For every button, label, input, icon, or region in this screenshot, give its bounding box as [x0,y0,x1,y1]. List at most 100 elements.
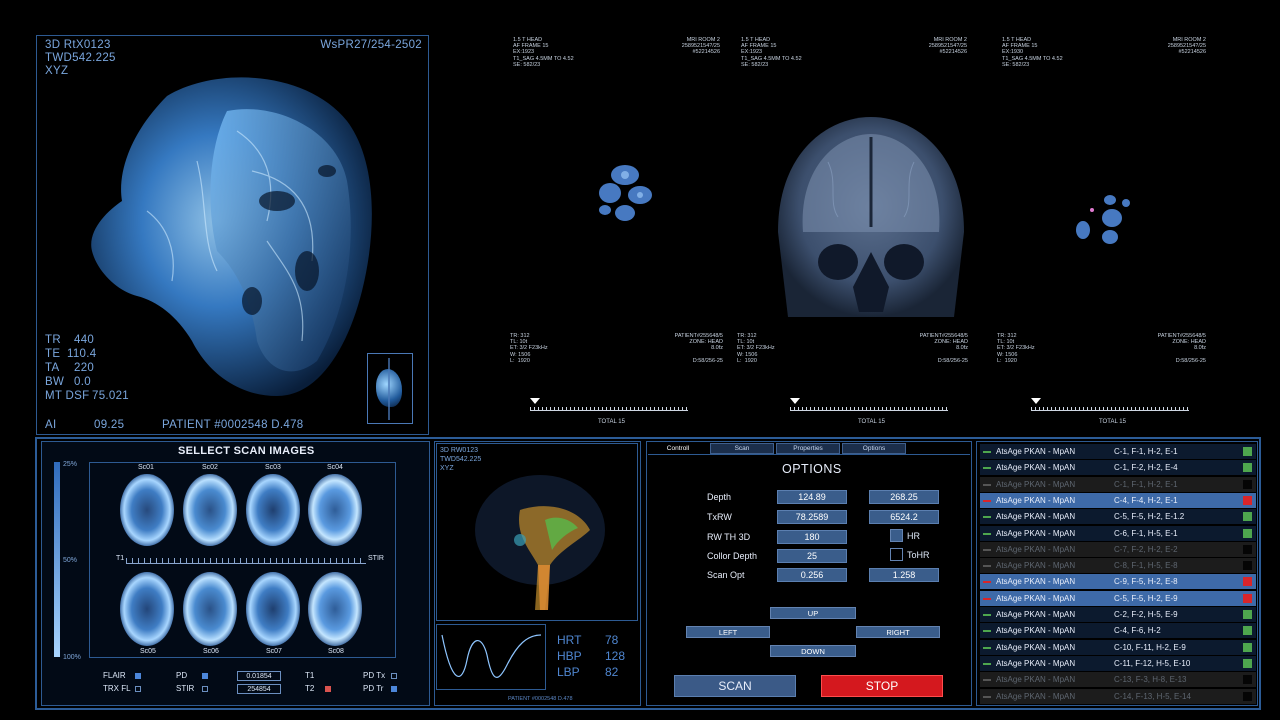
list-item[interactable]: AtsAge PKAN - MpAN C-1, F-1, H-2, E-1 [980,476,1256,492]
mini-id-line3: XYZ [440,465,454,472]
patient-id: PATIENT #0002548 D.478 [162,419,304,431]
list-item-name: AtsAge PKAN - MpAN [996,463,1076,473]
list-item[interactable]: AtsAge PKAN - MpAN C-8, F-1, H-5, E-8 [980,558,1256,574]
tohr-checkbox[interactable] [890,548,903,561]
legend-flair-checkbox[interactable] [135,673,141,679]
list-item[interactable]: AtsAge PKAN - MpAN C-2, F-2, H-5, E-9 [980,607,1256,622]
head-id-line3: XYZ [45,65,69,77]
down-button[interactable]: DOWN [770,645,856,657]
list-item[interactable]: AtsAge PKAN - MpAN C-5, F-5, H-2, E-1.2 [980,509,1256,525]
waveform-monitor[interactable] [436,624,546,690]
legend-t2-checkbox[interactable] [325,686,331,692]
legend-value2[interactable]: 254854 [237,684,281,694]
list-item-code: C-10, F-11, H-2, E-9 [1114,642,1186,652]
slice3-image[interactable] [1070,185,1160,255]
mini-patient-id: PATIENT #0002548 D.478 [508,696,573,702]
list-item[interactable]: AtsAge PKAN - MpAN C-13, F-3, H-8, E-13 [980,672,1256,688]
list-item[interactable]: AtsAge PKAN - MpAN C-1, F-1, H-2, E-1 [980,444,1256,459]
legend-value1[interactable]: 0.01854 [237,671,281,681]
scan-thumb-sc08[interactable] [308,572,362,646]
list-item[interactable]: AtsAge PKAN - MpAN C-9, F-5, H-2, E-8 [980,574,1256,590]
list-item-code: C-14, F-13, H-5, E-14 [1114,691,1191,701]
opt-rwth3d-label: RW TH 3D [707,532,751,542]
scan-thumb-sc01[interactable] [120,474,174,546]
list-item[interactable]: AtsAge PKAN - MpAN C-10, F-11, H-2, E-9 [980,639,1256,655]
list-item[interactable]: AtsAge PKAN - MpAN C-5, F-5, H-2, E-9 [980,590,1256,606]
slider-handle[interactable] [1031,398,1041,404]
slice1-slider[interactable] [530,398,690,412]
list-item[interactable]: AtsAge PKAN - MpAN C-4, F-6, H-2 [980,623,1256,639]
list-item[interactable]: AtsAge PKAN - MpAN C-11, F-12, H-5, E-10 [980,655,1256,671]
slice2-slider[interactable] [790,398,950,412]
slider-handle[interactable] [790,398,800,404]
scan-thumb-sc05[interactable] [120,572,174,646]
status-dash [983,614,991,616]
axis-right-label: STIR [368,555,384,562]
list-item[interactable]: AtsAge PKAN - MpAN C-14, F-13, H-5, E-14 [980,688,1256,704]
slice2-image[interactable] [768,112,974,317]
opt-depth-field1[interactable]: 124.89 [777,490,847,504]
list-item-name: AtsAge PKAN - MpAN [996,691,1076,701]
legend-trx-checkbox[interactable] [135,686,141,692]
status-indicator [1243,447,1252,456]
opt-txrw-field2[interactable]: 6524.2 [869,510,939,524]
scan-label-sc06: Sc06 [203,648,219,655]
legend-pdtx-checkbox[interactable] [391,673,397,679]
slice2-info-bl: TR: 312 TL: 10t ET: 3/2 F23kHz W: 1506 L… [737,333,775,364]
list-item-name: AtsAge PKAN - MpAN [996,610,1076,619]
tab-scan[interactable]: Scan [710,443,774,454]
hr-checkbox[interactable] [890,529,903,542]
status-dash [983,662,991,665]
opt-rwth3d-field[interactable]: 180 [777,530,847,544]
status-indicator [1243,691,1252,701]
opt-depth-field2[interactable]: 268.25 [869,490,939,504]
stat-mtdsf-value: 75.021 [92,390,129,402]
slider-handle[interactable] [530,398,540,404]
list-item-code: C-1, F-2, H-2, E-4 [1114,463,1178,473]
status-dash [983,597,991,600]
slice1-image[interactable] [585,155,665,235]
left-button[interactable]: LEFT [686,626,770,638]
slice3-info-tl: 1.5 T HEAD AF FRAME 15 EX:1930 T1_SAG 4.… [1002,37,1063,68]
scan-thumb-sc06[interactable] [183,572,237,646]
head-thumbnail[interactable] [367,353,413,424]
legend-stir-checkbox[interactable] [202,686,208,692]
legend-pdtr-checkbox[interactable] [391,686,397,692]
list-item-code: C-5, F-5, H-2, E-9 [1114,593,1178,603]
tab-controll[interactable]: Controll [650,443,706,454]
opt-txrw-field1[interactable]: 78.2589 [777,510,847,524]
status-indicator [1243,642,1252,652]
tab-options[interactable]: Options [842,443,906,454]
slice3-slider[interactable] [1031,398,1191,412]
right-button[interactable]: RIGHT [856,626,940,638]
slice1-info-br: PATIENT#255648/5 ZONE: HEAD 8.0fz D:58/2… [674,333,723,364]
scan-thumb-sc04[interactable] [308,474,362,546]
status-indicator [1243,544,1252,554]
list-item-code: C-2, F-2, H-5, E-9 [1114,610,1178,619]
list-item[interactable]: AtsAge PKAN - MpAN C-1, F-2, H-2, E-4 [980,460,1256,476]
scan-thumb-sc03[interactable] [246,474,300,546]
intensity-scale-bar[interactable] [54,462,60,657]
status-dash [983,532,991,535]
list-item-name: AtsAge PKAN - MpAN [996,642,1076,652]
scan-label-sc02: Sc02 [202,464,218,471]
slice3-info-tr: MRI ROOM 2 258952154?/25 #52214526 [1167,37,1206,56]
stop-button[interactable]: STOP [821,675,943,697]
slice1-info-tr: MRI ROOM 2 258952154?/25 #52214526 [681,37,720,56]
opt-scanopt-field1[interactable]: 0.256 [777,568,847,582]
axis-scale[interactable] [126,558,366,564]
tab-properties[interactable]: Properties [776,443,840,454]
list-item[interactable]: AtsAge PKAN - MpAN C-6, F-1, H-5, E-1 [980,525,1256,541]
opt-scanopt-field2[interactable]: 1.258 [869,568,939,582]
legend-pd-checkbox[interactable] [202,673,208,679]
list-item[interactable]: AtsAge PKAN - MpAN C-7, F-2, H-2, E-2 [980,541,1256,557]
mini-id-line1: 3D RW0123 [440,447,479,454]
head-3d-panel: 3D RtX0123 TWD542.225 XYZ WsPR27/254-250… [36,35,429,435]
scan-thumb-sc07[interactable] [246,572,300,646]
opt-collordepth-field[interactable]: 25 [777,549,847,563]
scan-thumb-sc02[interactable] [183,474,237,546]
list-item-name: AtsAge PKAN - MpAN [996,447,1076,456]
up-button[interactable]: UP [770,607,856,619]
list-item[interactable]: AtsAge PKAN - MpAN C-4, F-4, H-2, E-1 [980,492,1256,508]
scan-button[interactable]: SCAN [674,675,796,697]
